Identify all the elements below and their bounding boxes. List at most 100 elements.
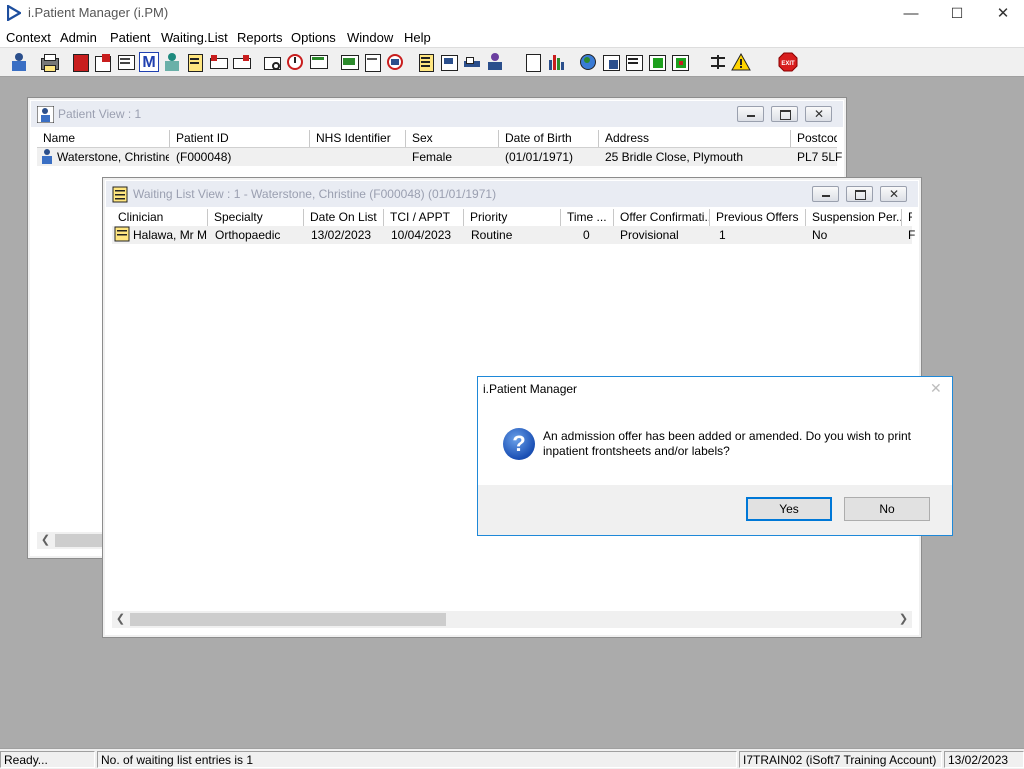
column-header-suspension-period[interactable]: Suspension Per... — [806, 209, 902, 226]
waiting-list-restore-button[interactable] — [846, 186, 873, 202]
column-header-r[interactable]: R — [902, 209, 912, 226]
scroll-thumb[interactable] — [130, 613, 446, 626]
waiting-list-minimize-button[interactable] — [812, 186, 839, 202]
yes-button[interactable]: Yes — [746, 497, 832, 521]
cell-dob: (01/01/1971) — [505, 150, 574, 164]
status-ready: Ready... — [0, 751, 95, 768]
confirm-dialog[interactable]: i.Patient Manager ✕ ? An admission offer… — [477, 376, 953, 536]
card-index-icon[interactable] — [116, 52, 136, 72]
list-icon[interactable] — [416, 52, 436, 72]
admit-icon[interactable] — [485, 52, 505, 72]
dialog-footer: Yes No — [478, 485, 952, 535]
exit-icon[interactable]: EXIT — [778, 52, 798, 72]
waiting-list-close-button[interactable]: ✕ — [880, 186, 907, 202]
dialog-title: i.Patient Manager — [483, 382, 578, 396]
column-header-dob[interactable]: Date of Birth — [499, 130, 599, 147]
screen-icon[interactable] — [339, 52, 359, 72]
menu-waiting-list[interactable]: Waiting.List — [161, 30, 228, 45]
column-header-sex[interactable]: Sex — [406, 130, 499, 147]
column-header-tci-appt[interactable]: TCI / APPT — [384, 209, 464, 226]
globe-icon[interactable] — [578, 52, 598, 72]
patient-view-restore-button[interactable] — [771, 106, 798, 122]
column-header-date-on-list[interactable]: Date On List — [304, 209, 384, 226]
monitor-icon[interactable] — [308, 52, 328, 72]
app-title: i.Patient Manager (i.PM) — [28, 5, 169, 20]
clinician-icon[interactable] — [162, 52, 182, 72]
waiting-list-icon — [112, 186, 128, 203]
envelope-icon[interactable] — [262, 52, 282, 72]
menu-admin[interactable]: Admin — [60, 30, 97, 45]
check-list-icon[interactable] — [624, 52, 644, 72]
ward-icon[interactable] — [439, 52, 459, 72]
edit-form-icon[interactable] — [93, 52, 113, 72]
column-header-nhs-identifier[interactable]: NHS Identifier — [310, 130, 406, 147]
waiting-list-horizontal-scrollbar[interactable]: ❮ ❯ — [112, 611, 912, 628]
check-form-icon[interactable] — [601, 52, 621, 72]
column-header-clinician[interactable]: Clinician — [112, 209, 208, 226]
cell-tci-appt: 10/04/2023 — [391, 228, 452, 242]
maximize-button[interactable]: ☐ — [934, 0, 980, 26]
close-button[interactable]: ✕ — [980, 0, 1024, 26]
document-icon[interactable] — [362, 52, 382, 72]
patient-view-minimize-button[interactable] — [737, 106, 764, 122]
waiting-list-titlebar[interactable]: Waiting List View : 1 - Waterstone, Chri… — [106, 181, 918, 207]
waiting-list-title: Waiting List View : 1 - Waterstone, Chri… — [133, 187, 497, 201]
no-button[interactable]: No — [844, 497, 930, 521]
waiting-list-grid-header: Clinician Specialty Date On List TCI / A… — [112, 209, 912, 227]
scroll-left-icon[interactable]: ❮ — [37, 532, 54, 549]
scroll-left-icon[interactable]: ❮ — [112, 611, 129, 628]
column-header-offer-confirmation[interactable]: Offer Confirmati... — [614, 209, 710, 226]
column-header-postcode[interactable]: Postcod — [791, 130, 837, 147]
page-icon[interactable] — [523, 52, 543, 72]
patient-search-icon[interactable] — [9, 52, 29, 72]
book-icon[interactable] — [70, 52, 90, 72]
status-account: I7TRAIN02 (iSoft7 Training Account) — [739, 751, 942, 768]
notes-icon[interactable] — [185, 52, 205, 72]
cell-date-on-list: 13/02/2023 — [311, 228, 372, 242]
transfer-icon[interactable] — [231, 52, 251, 72]
letter-m-icon[interactable]: M — [139, 52, 159, 72]
toolbar: M EXIT — [0, 47, 1024, 77]
switch-icon[interactable] — [708, 52, 728, 72]
patient-view-titlebar[interactable]: Patient View : 1 ✕ — [31, 101, 843, 127]
minimize-button[interactable]: — — [888, 0, 934, 26]
menu-window[interactable]: Window — [347, 30, 393, 45]
schedule-icon[interactable] — [385, 52, 405, 72]
patient-view-close-button[interactable]: ✕ — [805, 106, 832, 122]
menu-help[interactable]: Help — [404, 30, 431, 45]
column-header-patient-id[interactable]: Patient ID — [170, 130, 310, 147]
clock-icon[interactable] — [285, 52, 305, 72]
table-row[interactable]: Halawa, Mr M Orthopaedic 13/02/2023 10/0… — [112, 226, 915, 244]
exit-label: EXIT — [781, 61, 795, 67]
cell-offer-confirmation: Provisional — [620, 228, 679, 242]
bar-chart-icon[interactable] — [547, 52, 567, 72]
patient-row-icon — [42, 149, 52, 164]
menu-reports[interactable]: Reports — [237, 30, 283, 45]
cell-address: 25 Bridle Close, Plymouth — [605, 150, 744, 164]
menu-context[interactable]: Context — [6, 30, 51, 45]
dialog-close-icon[interactable]: ✕ — [930, 380, 942, 397]
bed-icon[interactable] — [462, 52, 482, 72]
column-header-priority[interactable]: Priority — [464, 209, 561, 226]
waiting-list-row-icon — [114, 226, 130, 242]
column-header-address[interactable]: Address — [599, 130, 791, 147]
patient-grid-header: Name Patient ID NHS Identifier Sex Date … — [37, 130, 837, 148]
printer-icon[interactable] — [39, 52, 59, 72]
menu-patient[interactable]: Patient — [110, 30, 150, 45]
menu-options[interactable]: Options — [291, 30, 336, 45]
cell-priority: Routine — [471, 228, 513, 242]
warning-icon[interactable] — [731, 52, 751, 72]
column-header-time[interactable]: Time ... — [561, 209, 614, 226]
scroll-thumb[interactable] — [55, 534, 105, 547]
title-bar: i.Patient Manager (i.PM) — ☐ ✕ — [0, 0, 1024, 26]
column-header-previous-offers[interactable]: Previous Offers — [710, 209, 806, 226]
dialog-message: An admission offer has been added or ame… — [543, 429, 912, 458]
table-row[interactable]: Waterstone, Christine... (F000048) Femal… — [37, 148, 842, 166]
cell-time: 0 — [583, 228, 590, 242]
column-header-specialty[interactable]: Specialty — [208, 209, 304, 226]
green-approve-icon[interactable] — [647, 52, 667, 72]
referral-icon[interactable] — [208, 52, 228, 72]
column-header-name[interactable]: Name — [37, 130, 170, 147]
scroll-right-icon[interactable]: ❯ — [895, 611, 912, 628]
green-reject-icon[interactable] — [670, 52, 690, 72]
